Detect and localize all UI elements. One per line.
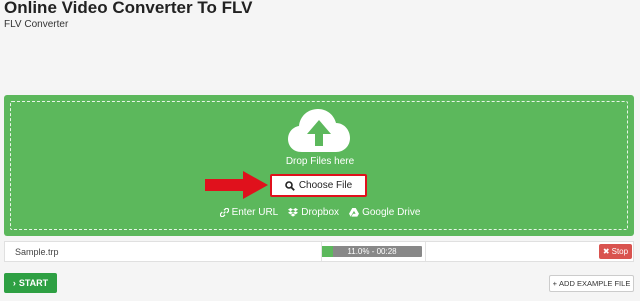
page-subtitle: FLV Converter <box>4 19 69 30</box>
dropbox-icon <box>288 208 299 217</box>
dropbox-link[interactable]: Dropbox <box>288 207 339 218</box>
red-arrow-icon <box>205 171 268 199</box>
file-name: Sample.trp <box>15 247 59 257</box>
choose-file-button[interactable]: Choose File <box>270 174 367 197</box>
choose-file-label: Choose File <box>298 180 353 191</box>
dropbox-label: Dropbox <box>301 207 340 218</box>
progress-text: 11.0% - 00:28 <box>347 247 397 256</box>
enter-url-link[interactable]: Enter URL <box>219 207 279 218</box>
google-drive-label: Google Drive <box>362 207 421 218</box>
add-example-file-label: ADD EXAMPLE FILE <box>559 279 631 288</box>
stop-label: Stop <box>611 247 629 256</box>
enter-url-label: Enter URL <box>231 207 279 218</box>
page-title: Online Video Converter To FLV <box>4 0 253 17</box>
stop-button[interactable]: ✖ Stop <box>599 244 632 259</box>
add-example-file-button[interactable]: + ADD EXAMPLE FILE <box>549 275 634 292</box>
close-icon: ✖ <box>602 247 610 256</box>
start-button[interactable]: › START <box>4 273 57 293</box>
google-drive-icon <box>349 208 360 217</box>
link-icon <box>219 208 229 217</box>
file-row: Sample.trp 11.0% - 00:28 ✖ Stop <box>4 241 634 262</box>
start-label: START <box>18 278 49 288</box>
progress-bar: 11.0% - 00:28 <box>322 246 422 257</box>
cloud-upload-icon <box>288 109 350 152</box>
column-divider <box>425 242 426 261</box>
source-links: Enter URL Dropbox Google Drive <box>0 207 640 218</box>
chevron-right-icon: › <box>12 278 16 288</box>
google-drive-link[interactable]: Google Drive <box>349 207 420 218</box>
drop-files-label: Drop Files here <box>285 156 355 167</box>
plus-icon: + <box>552 279 558 288</box>
search-icon <box>285 180 295 191</box>
